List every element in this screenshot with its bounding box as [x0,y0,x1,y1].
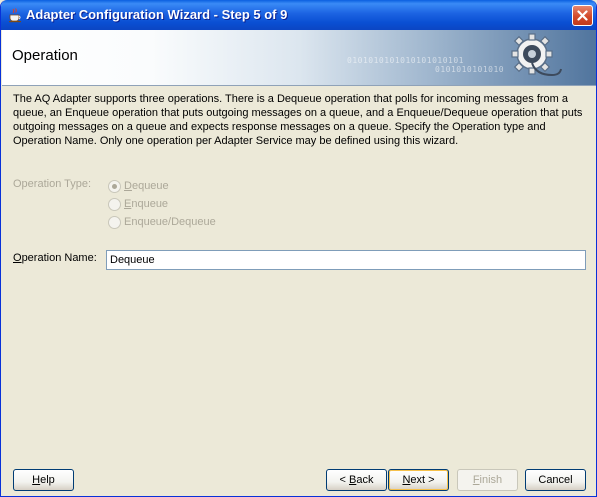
title-bar[interactable]: Adapter Configuration Wizard - Step 5 of… [1,0,596,30]
operation-name-input[interactable]: Dequeue [106,250,586,270]
radio-label: Enqueue/Dequeue [124,216,216,228]
java-cup-icon [7,7,23,23]
operation-type-label: Operation Type: [13,178,92,190]
cancel-button[interactable]: Cancel [525,469,586,491]
close-icon [577,10,588,21]
wizard-header-banner: Operation 0101010101010101010101 0101010… [2,30,596,86]
close-button[interactable] [572,5,593,26]
radio-button[interactable] [108,216,121,229]
radio-label: Dequeue [124,180,169,192]
next-button[interactable]: Next > [388,469,449,491]
radio-label: Enqueue [124,198,169,210]
radio-selected-dot [112,184,117,189]
radio-button[interactable] [108,198,121,211]
operation-name-label: Operation Name: [13,252,97,264]
page-title: Operation [12,47,78,64]
radio-button[interactable] [108,180,121,193]
window-title: Adapter Configuration Wizard - Step 5 of… [26,7,288,22]
help-button[interactable]: Help [13,469,74,491]
gear-plug-icon [502,32,562,85]
wizard-window: Adapter Configuration Wizard - Step 5 of… [0,0,597,497]
description-text: The AQ Adapter supports three operations… [13,93,583,147]
binary-decoration: 0101010101010101010101 0101010101010 [347,56,505,74]
back-button[interactable]: < Back [326,469,387,491]
finish-button[interactable]: Finish [457,469,518,491]
